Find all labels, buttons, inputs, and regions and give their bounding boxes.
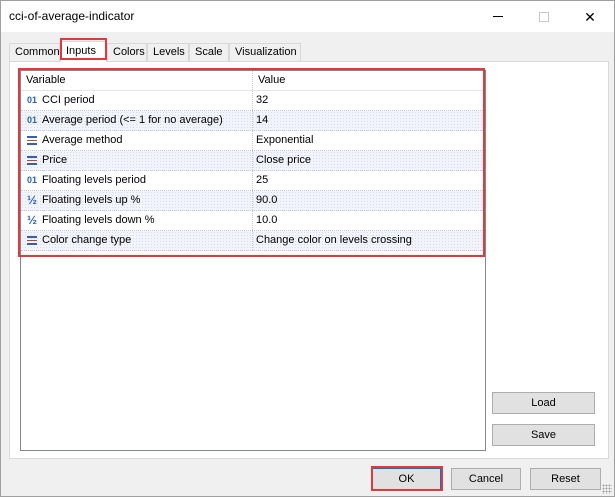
dialog-window: cci-of-average-indicator ✕ Common Inputs… <box>0 0 615 497</box>
list-item[interactable]: Price Close price <box>21 151 485 171</box>
variable-value[interactable]: 32 <box>252 91 485 110</box>
enum-icon <box>27 136 37 145</box>
variable-value[interactable]: Close price <box>252 151 485 170</box>
close-icon: ✕ <box>584 8 596 25</box>
column-header-variable[interactable]: Variable <box>21 71 252 90</box>
enum-icon <box>27 236 37 245</box>
integer-icon: 01 <box>26 115 37 125</box>
tab-inputs[interactable]: Inputs <box>60 41 107 62</box>
column-header-value[interactable]: Value <box>252 71 485 90</box>
window-title: cci-of-average-indicator <box>9 9 135 23</box>
ok-button[interactable]: OK <box>372 468 441 490</box>
list-item[interactable]: 01 CCI period 32 <box>21 91 485 111</box>
tab-scale[interactable]: Scale <box>189 43 229 61</box>
reset-button[interactable]: Reset <box>530 468 601 490</box>
list-item[interactable]: Color change type Change color on levels… <box>21 231 485 251</box>
list-item[interactable]: Average method Exponential <box>21 131 485 151</box>
enum-icon <box>27 156 37 165</box>
tab-levels[interactable]: Levels <box>147 43 189 61</box>
fraction-icon: ½ <box>26 213 37 227</box>
variable-value[interactable]: 10.0 <box>252 211 485 230</box>
variable-name: Floating levels period <box>42 174 146 186</box>
save-button[interactable]: Save <box>492 424 595 446</box>
integer-icon: 01 <box>26 95 37 105</box>
tab-common[interactable]: Common <box>9 43 60 61</box>
list-item[interactable]: ½ Floating levels down % 10.0 <box>21 211 485 231</box>
integer-icon: 01 <box>26 175 37 185</box>
variable-value[interactable]: 14 <box>252 111 485 130</box>
maximize-button <box>521 1 567 32</box>
fraction-icon: ½ <box>26 193 37 207</box>
list-item[interactable]: ½ Floating levels up % 90.0 <box>21 191 485 211</box>
variable-value[interactable]: 25 <box>252 171 485 190</box>
minimize-button[interactable] <box>475 1 521 32</box>
variable-name: Floating levels down % <box>42 214 155 226</box>
list-item[interactable]: 01 Average period (<= 1 for no average) 1… <box>21 111 485 131</box>
variable-value[interactable]: Exponential <box>252 131 485 150</box>
load-button[interactable]: Load <box>492 392 595 414</box>
list-header: Variable Value <box>21 71 485 91</box>
variable-name: Average period (<= 1 for no average) <box>42 114 223 126</box>
variable-name: Average method <box>42 134 123 146</box>
maximize-icon <box>539 11 549 22</box>
cancel-button[interactable]: Cancel <box>451 468 521 490</box>
list-item[interactable]: 01 Floating levels period 25 <box>21 171 485 191</box>
variable-name: Color change type <box>42 234 132 246</box>
variable-value[interactable]: Change color on levels crossing <box>252 231 485 250</box>
inputs-list[interactable]: Variable Value 01 CCI period 32 01 Average… <box>20 70 486 451</box>
variable-name: Price <box>42 154 68 166</box>
resize-grip-icon[interactable] <box>602 484 612 494</box>
variable-value[interactable]: 90.0 <box>252 191 485 210</box>
title-bar: cci-of-average-indicator ✕ <box>1 1 614 32</box>
variable-name: CCI period <box>42 94 95 106</box>
tab-colors[interactable]: Colors <box>107 43 147 61</box>
tab-visualization[interactable]: Visualization <box>229 43 301 61</box>
variable-name: Floating levels up % <box>42 194 141 206</box>
close-button[interactable]: ✕ <box>567 1 613 32</box>
minimize-icon <box>493 16 503 17</box>
